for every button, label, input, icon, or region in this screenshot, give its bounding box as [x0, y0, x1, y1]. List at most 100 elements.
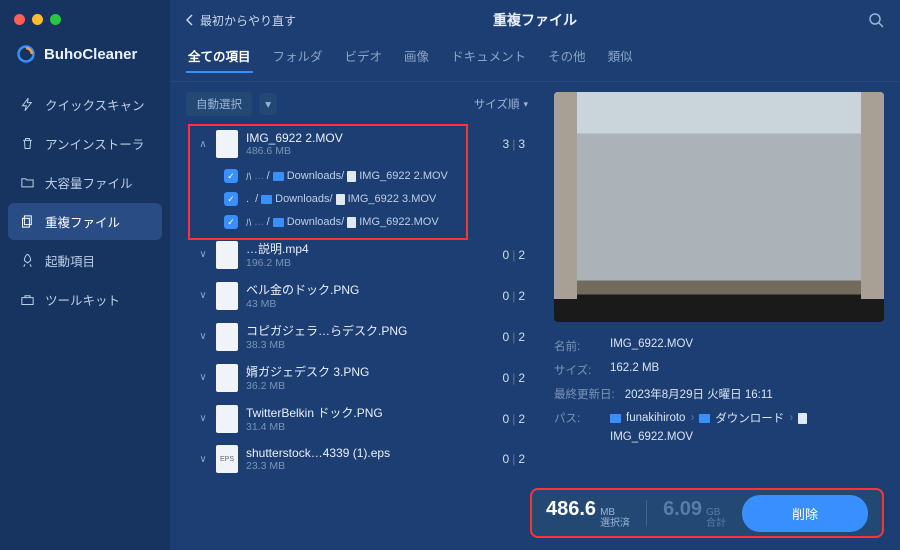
sidebar: BuhoCleaner クイックスキャンアンインストーラ大容量ファイル重複ファイ… — [0, 0, 170, 550]
document-icon — [798, 413, 807, 424]
delete-button[interactable]: 削除 — [742, 495, 868, 532]
tab-4[interactable]: ドキュメント — [449, 40, 528, 73]
file-group-header[interactable]: ∨ …説明.mp4 196.2 MB 0|2 — [190, 234, 534, 275]
file-group: ∨ EPS shutterstock…4339 (1).eps 23.3 MB … — [186, 439, 538, 479]
file-name: TwitterBelkin ドック.PNG — [246, 404, 495, 421]
file-group-header[interactable]: ∨ TwitterBelkin ドック.PNG 31.4 MB 0|2 — [190, 398, 534, 439]
minimize-icon[interactable] — [32, 14, 43, 25]
meta-name-label: 名前: — [554, 338, 600, 354]
file-count: 0|2 — [503, 412, 527, 426]
file-count: 3|3 — [503, 137, 527, 151]
tab-6[interactable]: 類似 — [606, 40, 635, 73]
trash-icon — [20, 136, 35, 151]
chevron-up-icon: ∧ — [198, 139, 208, 149]
document-icon — [336, 194, 345, 205]
sidebar-item-label: 重複ファイル — [45, 212, 120, 231]
tab-2[interactable]: ビデオ — [343, 40, 385, 73]
window-controls[interactable] — [14, 14, 61, 25]
sidebar-item-4[interactable]: 起動項目 — [8, 242, 162, 279]
sidebar-item-label: ツールキット — [45, 290, 120, 309]
toolbox-icon — [20, 292, 35, 307]
file-group: ∨ TwitterBelkin ドック.PNG 31.4 MB 0|2 — [186, 398, 538, 439]
meta-path-value: funakihiroto›ダウンロード›IMG_6922.MOV — [610, 410, 884, 443]
brand: BuhoCleaner — [0, 44, 170, 86]
file-row[interactable]: ✓ ﾊ.../ Downloads/ IMG_6922 2.MOV — [216, 164, 534, 188]
document-icon — [347, 171, 356, 182]
sidebar-item-label: 大容量ファイル — [45, 173, 133, 192]
checkbox-icon[interactable]: ✓ — [224, 169, 238, 183]
sidebar-item-1[interactable]: アンインストーラ — [8, 125, 162, 162]
checkbox-icon[interactable]: ✓ — [224, 215, 238, 229]
meta-path-label: パス: — [554, 410, 600, 443]
main: 最初からやり直す 重複ファイル 全ての項目フォルダビデオ画像ドキュメントその他類… — [170, 0, 900, 550]
sidebar-item-3[interactable]: 重複ファイル — [8, 203, 162, 240]
file-row[interactable]: ✓ ﾊ.../ Downloads/ IMG_6922.MOV — [216, 210, 534, 234]
file-path: ﾊ.../ Downloads/ IMG_6922.MOV — [246, 214, 439, 230]
tabs: 全ての項目フォルダビデオ画像ドキュメントその他類似 — [170, 40, 900, 82]
chevron-down-icon: ∨ — [198, 332, 208, 342]
sidebar-item-2[interactable]: 大容量ファイル — [8, 164, 162, 201]
file-thumb-icon — [216, 241, 238, 269]
file-path: ﾊ.../ Downloads/ IMG_6922 2.MOV — [246, 168, 448, 184]
file-thumb-icon: EPS — [216, 445, 238, 473]
file-thumb-icon — [216, 364, 238, 392]
file-size: 31.4 MB — [246, 421, 495, 433]
close-icon[interactable] — [14, 14, 25, 25]
chevron-down-icon: ∨ — [198, 414, 208, 424]
sidebar-item-label: アンインストーラ — [45, 134, 144, 153]
maximize-icon[interactable] — [50, 14, 61, 25]
file-group-header[interactable]: ∨ EPS shutterstock…4339 (1).eps 23.3 MB … — [190, 439, 534, 479]
tab-5[interactable]: その他 — [546, 40, 588, 73]
file-size: 23.3 MB — [246, 460, 495, 472]
file-thumb-icon — [216, 130, 238, 158]
sidebar-item-label: 起動項目 — [45, 251, 95, 270]
sidebar-item-0[interactable]: クイックスキャン — [8, 86, 162, 123]
sort-button[interactable]: サイズ順 ▾ — [464, 92, 538, 116]
file-group: ∧ IMG_6922 2.MOV 486.6 MB 3|3 ✓ ﾊ.../ Do… — [186, 124, 538, 234]
meta-size-value: 162.2 MB — [610, 362, 659, 378]
brand-text: BuhoCleaner — [44, 46, 137, 63]
tab-1[interactable]: フォルダ — [271, 40, 325, 73]
page-title: 重複ファイル — [493, 10, 577, 30]
meta-name-value: IMG_6922.MOV — [610, 338, 693, 354]
file-size: 43 MB — [246, 298, 495, 310]
divider — [646, 500, 647, 526]
file-thumb-icon — [216, 282, 238, 310]
sidebar-item-label: クイックスキャン — [45, 95, 145, 114]
search-icon[interactable] — [868, 12, 884, 28]
file-group-header[interactable]: ∨ ベル金のドック.PNG 43 MB 0|2 — [190, 275, 534, 316]
brand-icon — [16, 44, 36, 64]
file-group: ∨ …説明.mp4 196.2 MB 0|2 — [186, 234, 538, 275]
footer-bar: 486.6 MB選択済 6.09 GB合計 削除 — [530, 488, 884, 538]
copy-icon — [20, 214, 35, 229]
file-group-header[interactable]: ∧ IMG_6922 2.MOV 486.6 MB 3|3 — [190, 124, 534, 164]
file-list[interactable]: ∧ IMG_6922 2.MOV 486.6 MB 3|3 ✓ ﾊ.../ Do… — [186, 124, 538, 550]
folder-icon — [20, 175, 35, 190]
preview-image — [554, 92, 884, 322]
file-row[interactable]: ✓ ./ Downloads/ IMG_6922 3.MOV — [216, 188, 534, 210]
back-label: 最初からやり直す — [200, 12, 296, 29]
file-count: 0|2 — [503, 330, 527, 344]
file-group-header[interactable]: ∨ 婿ガジェデスク 3.PNG 36.2 MB 0|2 — [190, 357, 534, 398]
folder-icon — [261, 195, 272, 204]
auto-select-button[interactable]: 自動選択 — [186, 92, 252, 116]
file-name: IMG_6922 2.MOV — [246, 131, 495, 145]
auto-select-dropdown[interactable]: ▾ — [259, 93, 277, 115]
chevron-down-icon: ∨ — [198, 250, 208, 260]
sidebar-item-5[interactable]: ツールキット — [8, 281, 162, 318]
topbar: 最初からやり直す 重複ファイル — [170, 0, 900, 40]
checkbox-icon[interactable]: ✓ — [224, 192, 238, 206]
file-name: ベル金のドック.PNG — [246, 281, 495, 298]
chevron-left-icon — [186, 14, 194, 26]
document-icon — [347, 217, 356, 228]
file-thumb-icon — [216, 405, 238, 433]
file-list-column: 自動選択 ▾ サイズ順 ▾ ∧ IMG_6922 2.MOV 486.6 MB … — [186, 92, 538, 550]
preview-column: 名前:IMG_6922.MOV サイズ:162.2 MB 最終更新日:2023年… — [554, 92, 884, 550]
tab-3[interactable]: 画像 — [402, 40, 431, 73]
tab-0[interactable]: 全ての項目 — [186, 40, 253, 73]
file-name: …説明.mp4 — [246, 240, 495, 257]
file-group-header[interactable]: ∨ コピガジェラ…らデスク.PNG 38.3 MB 0|2 — [190, 316, 534, 357]
back-button[interactable]: 最初からやり直す — [186, 12, 296, 29]
file-group: ∨ ベル金のドック.PNG 43 MB 0|2 — [186, 275, 538, 316]
chevron-down-icon: ∨ — [198, 454, 208, 464]
